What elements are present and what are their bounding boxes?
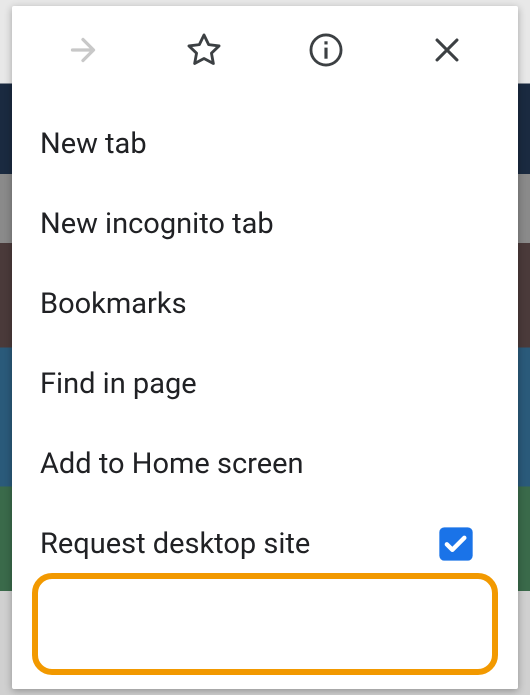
close-icon bbox=[430, 33, 464, 67]
close-button[interactable] bbox=[425, 28, 469, 72]
menu-item-label: New incognito tab bbox=[40, 207, 490, 241]
menu-list: New tab New incognito tab Bookmarks Find… bbox=[12, 94, 518, 584]
menu-item-label: Find in page bbox=[40, 367, 490, 401]
forward-button[interactable] bbox=[61, 28, 105, 72]
info-icon bbox=[307, 31, 345, 69]
menu-item-bookmarks[interactable]: Bookmarks bbox=[12, 264, 518, 344]
desktop-site-checkbox[interactable] bbox=[436, 524, 476, 564]
menu-item-label: Bookmarks bbox=[40, 287, 490, 321]
star-icon bbox=[185, 31, 223, 69]
menu-item-add-to-home-screen[interactable]: Add to Home screen bbox=[12, 424, 518, 504]
menu-item-label: Add to Home screen bbox=[40, 447, 490, 481]
menu-item-label: New tab bbox=[40, 127, 490, 161]
info-button[interactable] bbox=[304, 28, 348, 72]
menu-item-new-tab[interactable]: New tab bbox=[12, 104, 518, 184]
forward-arrow-icon bbox=[65, 32, 101, 68]
menu-item-find-in-page[interactable]: Find in page bbox=[12, 344, 518, 424]
checkbox-checked-icon bbox=[436, 524, 476, 564]
menu-icon-row bbox=[12, 6, 518, 94]
browser-menu-panel: New tab New incognito tab Bookmarks Find… bbox=[12, 6, 518, 689]
bookmark-button[interactable] bbox=[182, 28, 226, 72]
menu-item-label: Request desktop site bbox=[40, 527, 436, 561]
menu-item-request-desktop-site[interactable]: Request desktop site bbox=[12, 504, 518, 584]
highlight-annotation bbox=[32, 573, 498, 675]
menu-item-new-incognito-tab[interactable]: New incognito tab bbox=[12, 184, 518, 264]
